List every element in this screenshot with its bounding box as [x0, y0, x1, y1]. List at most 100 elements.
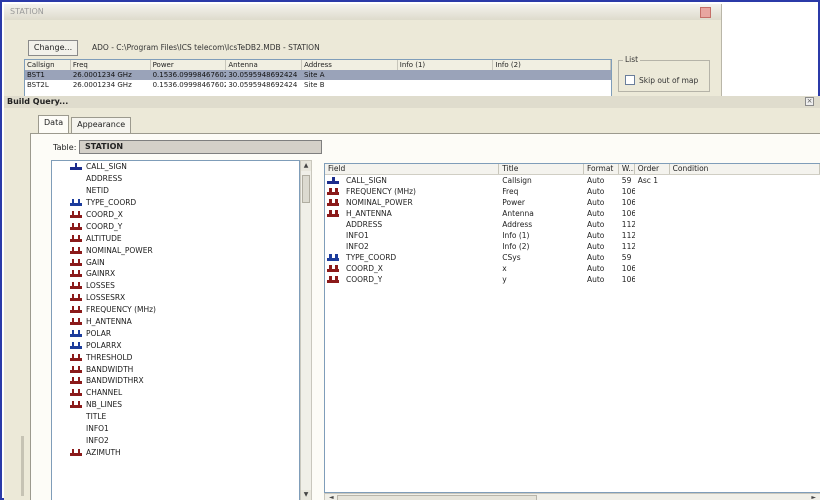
available-field-item[interactable]: THRESHOLD: [52, 351, 299, 363]
selected-field-row[interactable]: TYPE_COORD CSys Auto 59: [325, 252, 820, 263]
station-col-header[interactable]: Antenna: [226, 60, 303, 70]
cell-order[interactable]: [635, 241, 670, 252]
cell-order[interactable]: [635, 263, 670, 274]
selected-field-row[interactable]: H_ANTENNA Antenna Auto 106: [325, 208, 820, 219]
station-col-header[interactable]: Freq: [70, 60, 151, 70]
cell-width[interactable]: 112: [619, 230, 635, 241]
cell-condition[interactable]: [670, 186, 820, 197]
cell-title[interactable]: y: [499, 274, 584, 285]
cell-title[interactable]: Info (2): [499, 241, 584, 252]
available-field-item[interactable]: TYPE_COORD: [52, 197, 299, 209]
available-field-item[interactable]: LOSSESRX: [52, 292, 299, 304]
cell-format[interactable]: Auto: [584, 274, 619, 285]
grid-horizontal-scrollbar[interactable]: ◄ ►: [324, 493, 820, 500]
change-button[interactable]: Change...: [28, 40, 78, 56]
cell-order[interactable]: [635, 208, 670, 219]
selected-field-row[interactable]: INFO1 Info (1) Auto 112: [325, 230, 820, 241]
dialog-close-button[interactable]: ×: [805, 97, 814, 106]
cell-condition[interactable]: [670, 175, 820, 186]
cell-condition[interactable]: [670, 241, 820, 252]
cell-condition[interactable]: [670, 274, 820, 285]
cell-width[interactable]: 106: [619, 197, 635, 208]
available-field-item[interactable]: TITLE: [52, 411, 299, 423]
cell-title[interactable]: Callsign: [499, 175, 584, 186]
cell-condition[interactable]: [670, 197, 820, 208]
table-name-field[interactable]: STATION: [79, 140, 322, 154]
available-field-item[interactable]: ALTITUDE: [52, 232, 299, 244]
scroll-down-icon[interactable]: ▼: [301, 490, 311, 500]
scroll-left-icon[interactable]: ◄: [329, 494, 334, 500]
cell-title[interactable]: CSys: [499, 252, 584, 263]
cell-format[interactable]: Auto: [584, 252, 619, 263]
available-field-item[interactable]: NETID: [52, 185, 299, 197]
available-field-item[interactable]: CALL_SIGN: [52, 161, 299, 173]
station-col-header[interactable]: Callsign: [25, 60, 71, 70]
station-col-header[interactable]: Info (2): [493, 60, 611, 70]
selected-field-row[interactable]: COORD_X x Auto 106: [325, 263, 820, 274]
station-row[interactable]: BST2L 26.0001234 GHz 0.1536.09998467602 30.…: [25, 80, 611, 90]
cell-format[interactable]: Auto: [584, 197, 619, 208]
col-header-order[interactable]: Order: [635, 164, 670, 174]
available-field-item[interactable]: FREQUENCY (MHz): [52, 304, 299, 316]
available-field-item[interactable]: POLAR: [52, 327, 299, 339]
cell-width[interactable]: 112: [619, 241, 635, 252]
cell-condition[interactable]: [670, 219, 820, 230]
scroll-right-icon[interactable]: ►: [811, 494, 816, 500]
selected-field-row[interactable]: INFO2 Info (2) Auto 112: [325, 241, 820, 252]
available-field-item[interactable]: LOSSES: [52, 280, 299, 292]
cell-width[interactable]: 106: [619, 263, 635, 274]
station-grid[interactable]: Callsign Freq Power Antenna Address Info (1) I…: [24, 59, 612, 97]
station-col-header[interactable]: Address: [302, 60, 398, 70]
scroll-up-icon[interactable]: ▲: [301, 161, 311, 171]
cell-width[interactable]: 59: [619, 175, 635, 186]
selected-field-row[interactable]: COORD_Y y Auto 106: [325, 274, 820, 285]
available-field-item[interactable]: CHANNEL: [52, 387, 299, 399]
cell-condition[interactable]: [670, 208, 820, 219]
cell-condition[interactable]: [670, 263, 820, 274]
tab-appearance[interactable]: Appearance: [71, 117, 132, 133]
available-field-item[interactable]: NB_LINES: [52, 399, 299, 411]
available-field-item[interactable]: COORD_Y: [52, 220, 299, 232]
cell-order[interactable]: [635, 197, 670, 208]
available-field-item[interactable]: INFO2: [52, 434, 299, 446]
left-splitter[interactable]: [21, 436, 24, 496]
cell-width[interactable]: 106: [619, 208, 635, 219]
cell-format[interactable]: Auto: [584, 219, 619, 230]
cell-width[interactable]: 59: [619, 252, 635, 263]
selected-fields-grid[interactable]: Field Title Format W... Order Condition …: [324, 163, 820, 493]
available-field-item[interactable]: H_ANTENNA: [52, 316, 299, 328]
close-icon[interactable]: [700, 7, 711, 18]
fields-list-scrollbar[interactable]: ▲ ▼: [300, 160, 312, 500]
available-field-item[interactable]: GAINRX: [52, 268, 299, 280]
cell-condition[interactable]: [670, 252, 820, 263]
selected-field-row[interactable]: ADDRESS Address Auto 112: [325, 219, 820, 230]
skip-out-of-map-checkbox[interactable]: [625, 75, 635, 85]
col-header-title[interactable]: Title: [499, 164, 584, 174]
cell-width[interactable]: 112: [619, 219, 635, 230]
col-header-field[interactable]: Field: [325, 164, 500, 174]
tab-data[interactable]: Data: [38, 115, 70, 133]
cell-order[interactable]: [635, 252, 670, 263]
cell-order[interactable]: [635, 274, 670, 285]
col-header-condition[interactable]: Condition: [670, 164, 820, 174]
cell-order[interactable]: Asc 1: [635, 175, 670, 186]
cell-format[interactable]: Auto: [584, 208, 619, 219]
available-field-item[interactable]: BANDWIDTH: [52, 363, 299, 375]
cell-order[interactable]: [635, 219, 670, 230]
selected-field-row[interactable]: NOMINAL_POWER Power Auto 106: [325, 197, 820, 208]
horizontal-scroll-thumb[interactable]: [337, 495, 537, 500]
cell-width[interactable]: 106: [619, 274, 635, 285]
cell-title[interactable]: Address: [499, 219, 584, 230]
cell-condition[interactable]: [670, 230, 820, 241]
available-field-item[interactable]: NOMINAL_POWER: [52, 244, 299, 256]
available-fields-list[interactable]: CALL_SIGN ADDRESS NETID TYPE_COORD COORD_X CO…: [51, 160, 300, 500]
cell-order[interactable]: [635, 186, 670, 197]
cell-format[interactable]: Auto: [584, 175, 619, 186]
available-field-item[interactable]: COORD_X: [52, 209, 299, 221]
available-field-item[interactable]: INFO1: [52, 423, 299, 435]
cell-title[interactable]: Info (1): [499, 230, 584, 241]
cell-format[interactable]: Auto: [584, 230, 619, 241]
station-col-header[interactable]: Info (1): [397, 60, 494, 70]
scroll-thumb[interactable]: [302, 175, 310, 203]
cell-width[interactable]: 106: [619, 186, 635, 197]
